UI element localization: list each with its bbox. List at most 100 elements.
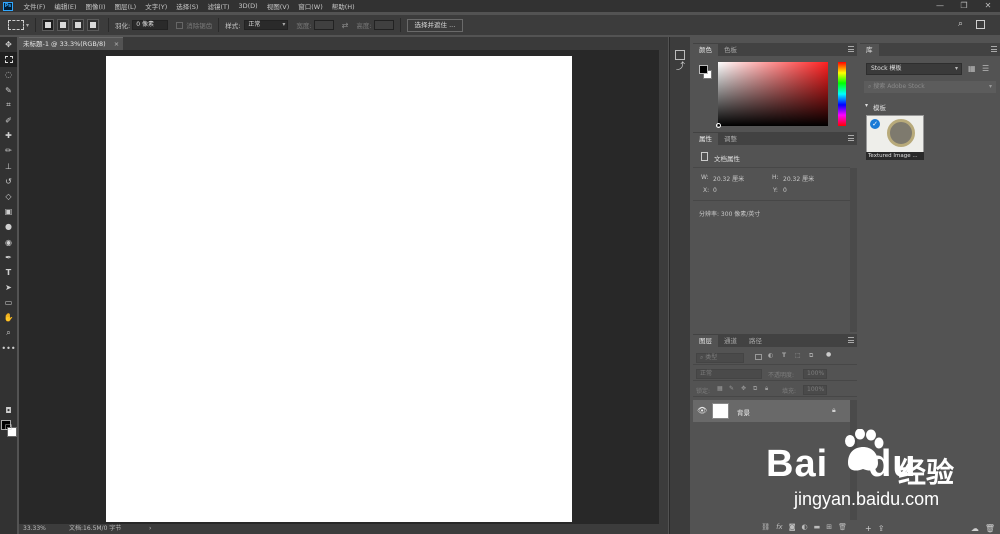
status-menu-arrow[interactable]: › [149,524,151,534]
rectangle-tool-icon[interactable]: ▭ [0,295,17,310]
menu-view[interactable]: 视图(V) [262,1,294,11]
width-value[interactable]: 20.32 厘米 [713,174,744,183]
foreground-color-chip[interactable] [699,65,708,74]
filter-adjustment-icon[interactable]: ◐ [768,352,773,359]
tab-channels[interactable]: 通道 [718,335,743,347]
zoom-tool-icon[interactable]: ⌕ [0,326,17,341]
filter-toggle-icon[interactable]: ● [826,351,831,358]
zoom-level[interactable]: 33.33% [23,524,46,534]
quick-selection-tool-icon[interactable]: ✎ [0,83,17,98]
height-value[interactable]: 20.32 厘米 [783,174,814,183]
hue-slider[interactable] [838,62,846,126]
lock-transparent-icon[interactable]: ▦ [717,385,723,392]
fill-input[interactable]: 100% [803,385,827,395]
pen-tool-icon[interactable]: ✒ [0,250,17,265]
section-toggle-icon[interactable]: ▾ [865,102,868,109]
section-title[interactable]: 模板 [873,102,886,112]
vertical-scrollbar[interactable] [659,50,668,524]
quick-mask-icon[interactable]: ◘ [0,403,17,418]
add-mask-icon[interactable]: ◙ [789,523,796,531]
screen-mode-icon[interactable]: ▢ [0,419,17,434]
lock-artboard-icon[interactable]: ⧉ [753,385,757,393]
cloud-sync-icon[interactable]: ☁ [971,524,979,533]
feather-input[interactable]: 0 像素 [132,20,169,30]
swap-arrows-icon[interactable]: ⇄ [342,21,349,30]
select-and-mask-button[interactable]: 选择并遮住 ... [406,18,464,32]
menu-file[interactable]: 文件(F) [19,1,50,11]
edit-toolbar-icon[interactable]: ••• [0,341,17,356]
menu-select[interactable]: 选择(S) [172,1,203,11]
lock-position-icon[interactable]: ✥ [741,385,746,392]
filter-pixel-icon[interactable] [755,354,762,360]
style-select[interactable]: 正常 ▾ [244,20,289,30]
document-canvas[interactable] [106,56,572,522]
color-field[interactable] [716,62,828,128]
menu-help[interactable]: 帮助(H) [327,1,359,11]
gradient-tool-icon[interactable]: ▣ [0,204,17,219]
trash-icon[interactable]: 🗑︎ [985,524,995,533]
type-tool-icon[interactable]: T [0,265,17,280]
path-selection-tool-icon[interactable]: ➤ [0,280,17,295]
panel-menu-icon[interactable] [848,337,854,343]
link-layers-icon[interactable]: ⛓ [761,523,770,531]
add-icon[interactable]: + [865,524,872,533]
height-input[interactable] [373,20,394,30]
history-brush-tool-icon[interactable]: ↺ [0,174,17,189]
antialias-checkbox[interactable] [176,21,184,29]
visibility-eye-icon[interactable]: 👁︎ [697,406,707,415]
layer-filter-select[interactable]: ⌕ 类型 [696,353,744,363]
minimize-button[interactable]: — [928,0,952,12]
blur-tool-icon[interactable]: ● [0,219,17,234]
hand-tool-icon[interactable]: ✋ [0,310,17,325]
history-panel-icon[interactable] [675,50,685,60]
layer-row[interactable]: 👁︎ 背景 🔒︎ [693,400,850,422]
eyedropper-tool-icon[interactable]: ✐ [0,113,17,128]
tab-paths[interactable]: 路径 [743,335,768,347]
filter-smart-object-icon[interactable]: ⧉ [809,352,813,360]
tab-adjustments[interactable]: 调整 [718,133,743,145]
close-tab-icon[interactable]: × [114,40,119,48]
menu-type[interactable]: 文字(Y) [141,1,172,11]
library-select[interactable]: Stock 模板 ▾ [866,63,962,75]
fx-icon[interactable]: fx [776,523,783,531]
new-group-icon[interactable]: ▬ [814,523,821,531]
panel-menu-icon[interactable] [991,46,997,52]
properties-scrollbar[interactable] [850,168,857,332]
move-tool-icon[interactable]: ✥ [0,37,17,52]
healing-brush-tool-icon[interactable]: ✚ [0,128,17,143]
panel-menu-icon[interactable] [848,46,854,52]
menu-image[interactable]: 图像(I) [81,1,110,11]
restore-button[interactable]: ❐ [952,0,976,12]
menu-filter[interactable]: 滤镜(T) [203,1,234,11]
add-selection-button[interactable] [57,19,70,31]
width-input[interactable] [313,20,334,30]
workspace-switcher-icon[interactable] [976,20,985,29]
rectangular-marquee-tool-icon[interactable] [0,52,17,68]
panel-menu-icon[interactable] [848,135,854,141]
filter-type-icon[interactable]: T [782,352,786,359]
upload-icon[interactable]: ⇪ [878,524,885,533]
tab-layers[interactable]: 图层 [693,335,718,347]
grid-view-icon[interactable]: ▦ [968,64,976,73]
close-window-button[interactable]: ✕ [976,0,1000,12]
tab-properties[interactable]: 属性 [693,133,718,145]
brush-tool-icon[interactable]: ✏ [0,143,17,158]
eraser-tool-icon[interactable]: ◇ [0,189,17,204]
document-tab[interactable]: 未标题-1 @ 33.3%(RGB/8) × [19,37,123,50]
tab-libraries[interactable]: 库 [860,44,879,56]
search-icon[interactable]: ⌕ [958,19,963,29]
marquee-preset-icon[interactable] [8,20,24,30]
list-view-icon[interactable]: ☰ [982,64,989,73]
properties-panel-icon[interactable]: ⤴ [676,62,685,72]
x-value[interactable]: 0 [713,187,717,194]
menu-edit[interactable]: 编辑(E) [50,1,81,11]
filter-shape-icon[interactable]: ⬚ [795,352,801,359]
subtract-selection-button[interactable] [72,19,85,31]
dodge-tool-icon[interactable]: ◉ [0,234,17,249]
trash-icon[interactable]: 🗑︎ [838,523,847,531]
menu-window[interactable]: 窗口(W) [294,1,328,11]
lasso-tool-icon[interactable]: ◌ [0,67,17,82]
tab-swatches[interactable]: 色板 [718,44,743,56]
menu-layer[interactable]: 图层(L) [110,1,141,11]
lock-all-icon[interactable]: 🔒︎ [765,385,768,393]
